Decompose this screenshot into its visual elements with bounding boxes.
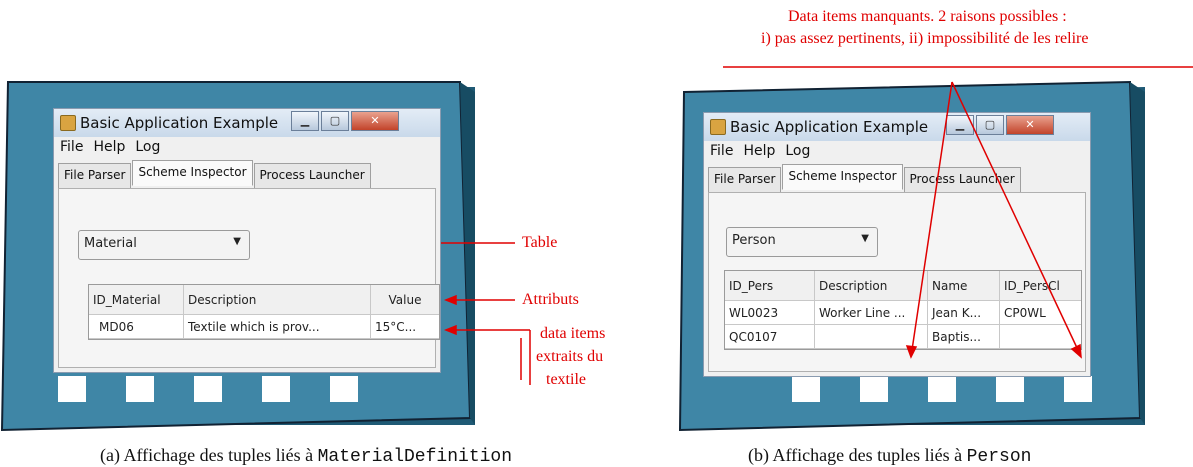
minimize-button[interactable]: ▁ [946,115,974,135]
table-cell[interactable]: WL0023 [725,301,815,325]
menu-file[interactable]: File [710,143,733,159]
menu-log[interactable]: Log [135,139,160,155]
column-header[interactable]: ID_Material [89,285,184,315]
window-title: Basic Application Example [80,114,279,132]
column-header[interactable]: ID_Pers [725,271,815,301]
dropdown-arrow-icon: ▼ [233,236,241,247]
close-button[interactable]: ✕ [1006,115,1054,135]
menu-bar: File Help Log [704,143,814,163]
column-header[interactable]: Value [371,285,439,315]
panel-b: Basic Application Example ▁ ▢ ✕ File Help… [640,0,1193,467]
table-cell[interactable] [1000,325,1081,349]
table-select[interactable]: Material ▼ [78,230,250,260]
maximize-button[interactable]: ▢ [976,115,1004,135]
caption-a-text: (a) Affichage des tuples liés à [100,445,318,465]
menu-log[interactable]: Log [785,143,810,159]
title-bar: Basic Application Example ▁ ▢ ✕ [54,109,440,137]
table-cell[interactable]: 15°C... [371,315,439,339]
data-table: ID_Material Description Value MD06 Texti… [88,284,440,340]
table-select-value: Person [732,233,776,248]
table-row[interactable]: MD06 Textile which is prov... 15°C... [89,315,439,339]
annotation-missing-line1: Data items manquants. 2 raisons possible… [788,8,1067,25]
table-select-value: Material [84,236,137,251]
tab-file-parser[interactable]: File Parser [58,163,132,189]
tab-bar: File Parser Scheme Inspector Process Lau… [58,160,372,189]
table-cell[interactable]: QC0107 [725,325,815,349]
annotation-data-items-2: extraits du [536,348,604,365]
caption-b-text: (b) Affichage des tuples liés à [748,445,967,465]
tab-file-parser[interactable]: File Parser [708,167,782,193]
app-window-a: Basic Application Example ▁ ▢ ✕ File Help… [53,108,441,373]
menu-file[interactable]: File [60,139,83,155]
table-row[interactable]: QC0107 Baptis... [725,325,1081,349]
close-button[interactable]: ✕ [351,111,399,131]
caption-b: (b) Affichage des tuples liés à Person [748,445,1031,467]
panel-a: Basic Application Example ▁ ▢ ✕ File Help… [0,0,605,467]
caption-a: (a) Affichage des tuples liés à Material… [100,445,512,467]
column-header[interactable]: ID_PersCl [1000,271,1081,301]
menu-help[interactable]: Help [743,143,775,159]
column-header[interactable]: Description [184,285,371,315]
title-bar: Basic Application Example ▁ ▢ ✕ [704,113,1090,141]
table-cell[interactable]: Jean K... [928,301,1000,325]
java-app-icon [710,119,726,135]
table-cell[interactable]: Worker Line ... [815,301,928,325]
window-controls: ▁ ▢ ✕ [944,115,1054,135]
java-app-icon [60,115,76,131]
maximize-button[interactable]: ▢ [321,111,349,131]
table-cell[interactable]: CP0WL [1000,301,1081,325]
table-cell[interactable]: Baptis... [928,325,1000,349]
caption-b-code: Person [966,447,1032,467]
column-header[interactable]: Name [928,271,1000,301]
minimize-button[interactable]: ▁ [291,111,319,131]
tab-bar: File Parser Scheme Inspector Process Lau… [708,164,1022,193]
tab-content: Material ▼ ID_Material Description Value… [58,188,440,368]
tab-scheme-inspector[interactable]: Scheme Inspector [132,160,253,186]
tab-scheme-inspector[interactable]: Scheme Inspector [782,164,903,190]
dropdown-arrow-icon: ▼ [861,233,869,244]
table-cell[interactable]: Textile which is prov... [184,315,371,339]
window-controls: ▁ ▢ ✕ [289,111,399,131]
annotation-table: Table [522,234,558,251]
tab-process-launcher[interactable]: Process Launcher [903,167,1021,193]
app-window-b: Basic Application Example ▁ ▢ ✕ File Help… [703,112,1091,377]
table-select[interactable]: Person ▼ [726,227,878,257]
column-header[interactable]: Description [815,271,928,301]
annotation-missing-line2: i) pas assez pertinents, ii) impossibili… [761,30,1089,47]
table-cell[interactable]: MD06 [89,315,184,339]
table-header: ID_Pers Description Name ID_PersCl [725,271,1081,301]
table-header: ID_Material Description Value [89,285,439,315]
annotation-data-items-3: textile [546,371,586,388]
data-table: ID_Pers Description Name ID_PersCl WL002… [724,270,1082,350]
menu-bar: File Help Log [54,139,164,159]
annotation-attributes: Attributs [522,291,579,308]
menu-help[interactable]: Help [93,139,125,155]
tab-content: Person ▼ ID_Pers Description Name ID_Per… [708,192,1086,372]
caption-a-code: MaterialDefinition [317,447,513,467]
tab-process-launcher[interactable]: Process Launcher [253,163,371,189]
table-row[interactable]: WL0023 Worker Line ... Jean K... CP0WL [725,301,1081,325]
table-cell[interactable] [815,325,928,349]
annotation-data-items-1: data items [540,325,606,342]
window-title: Basic Application Example [730,118,929,136]
